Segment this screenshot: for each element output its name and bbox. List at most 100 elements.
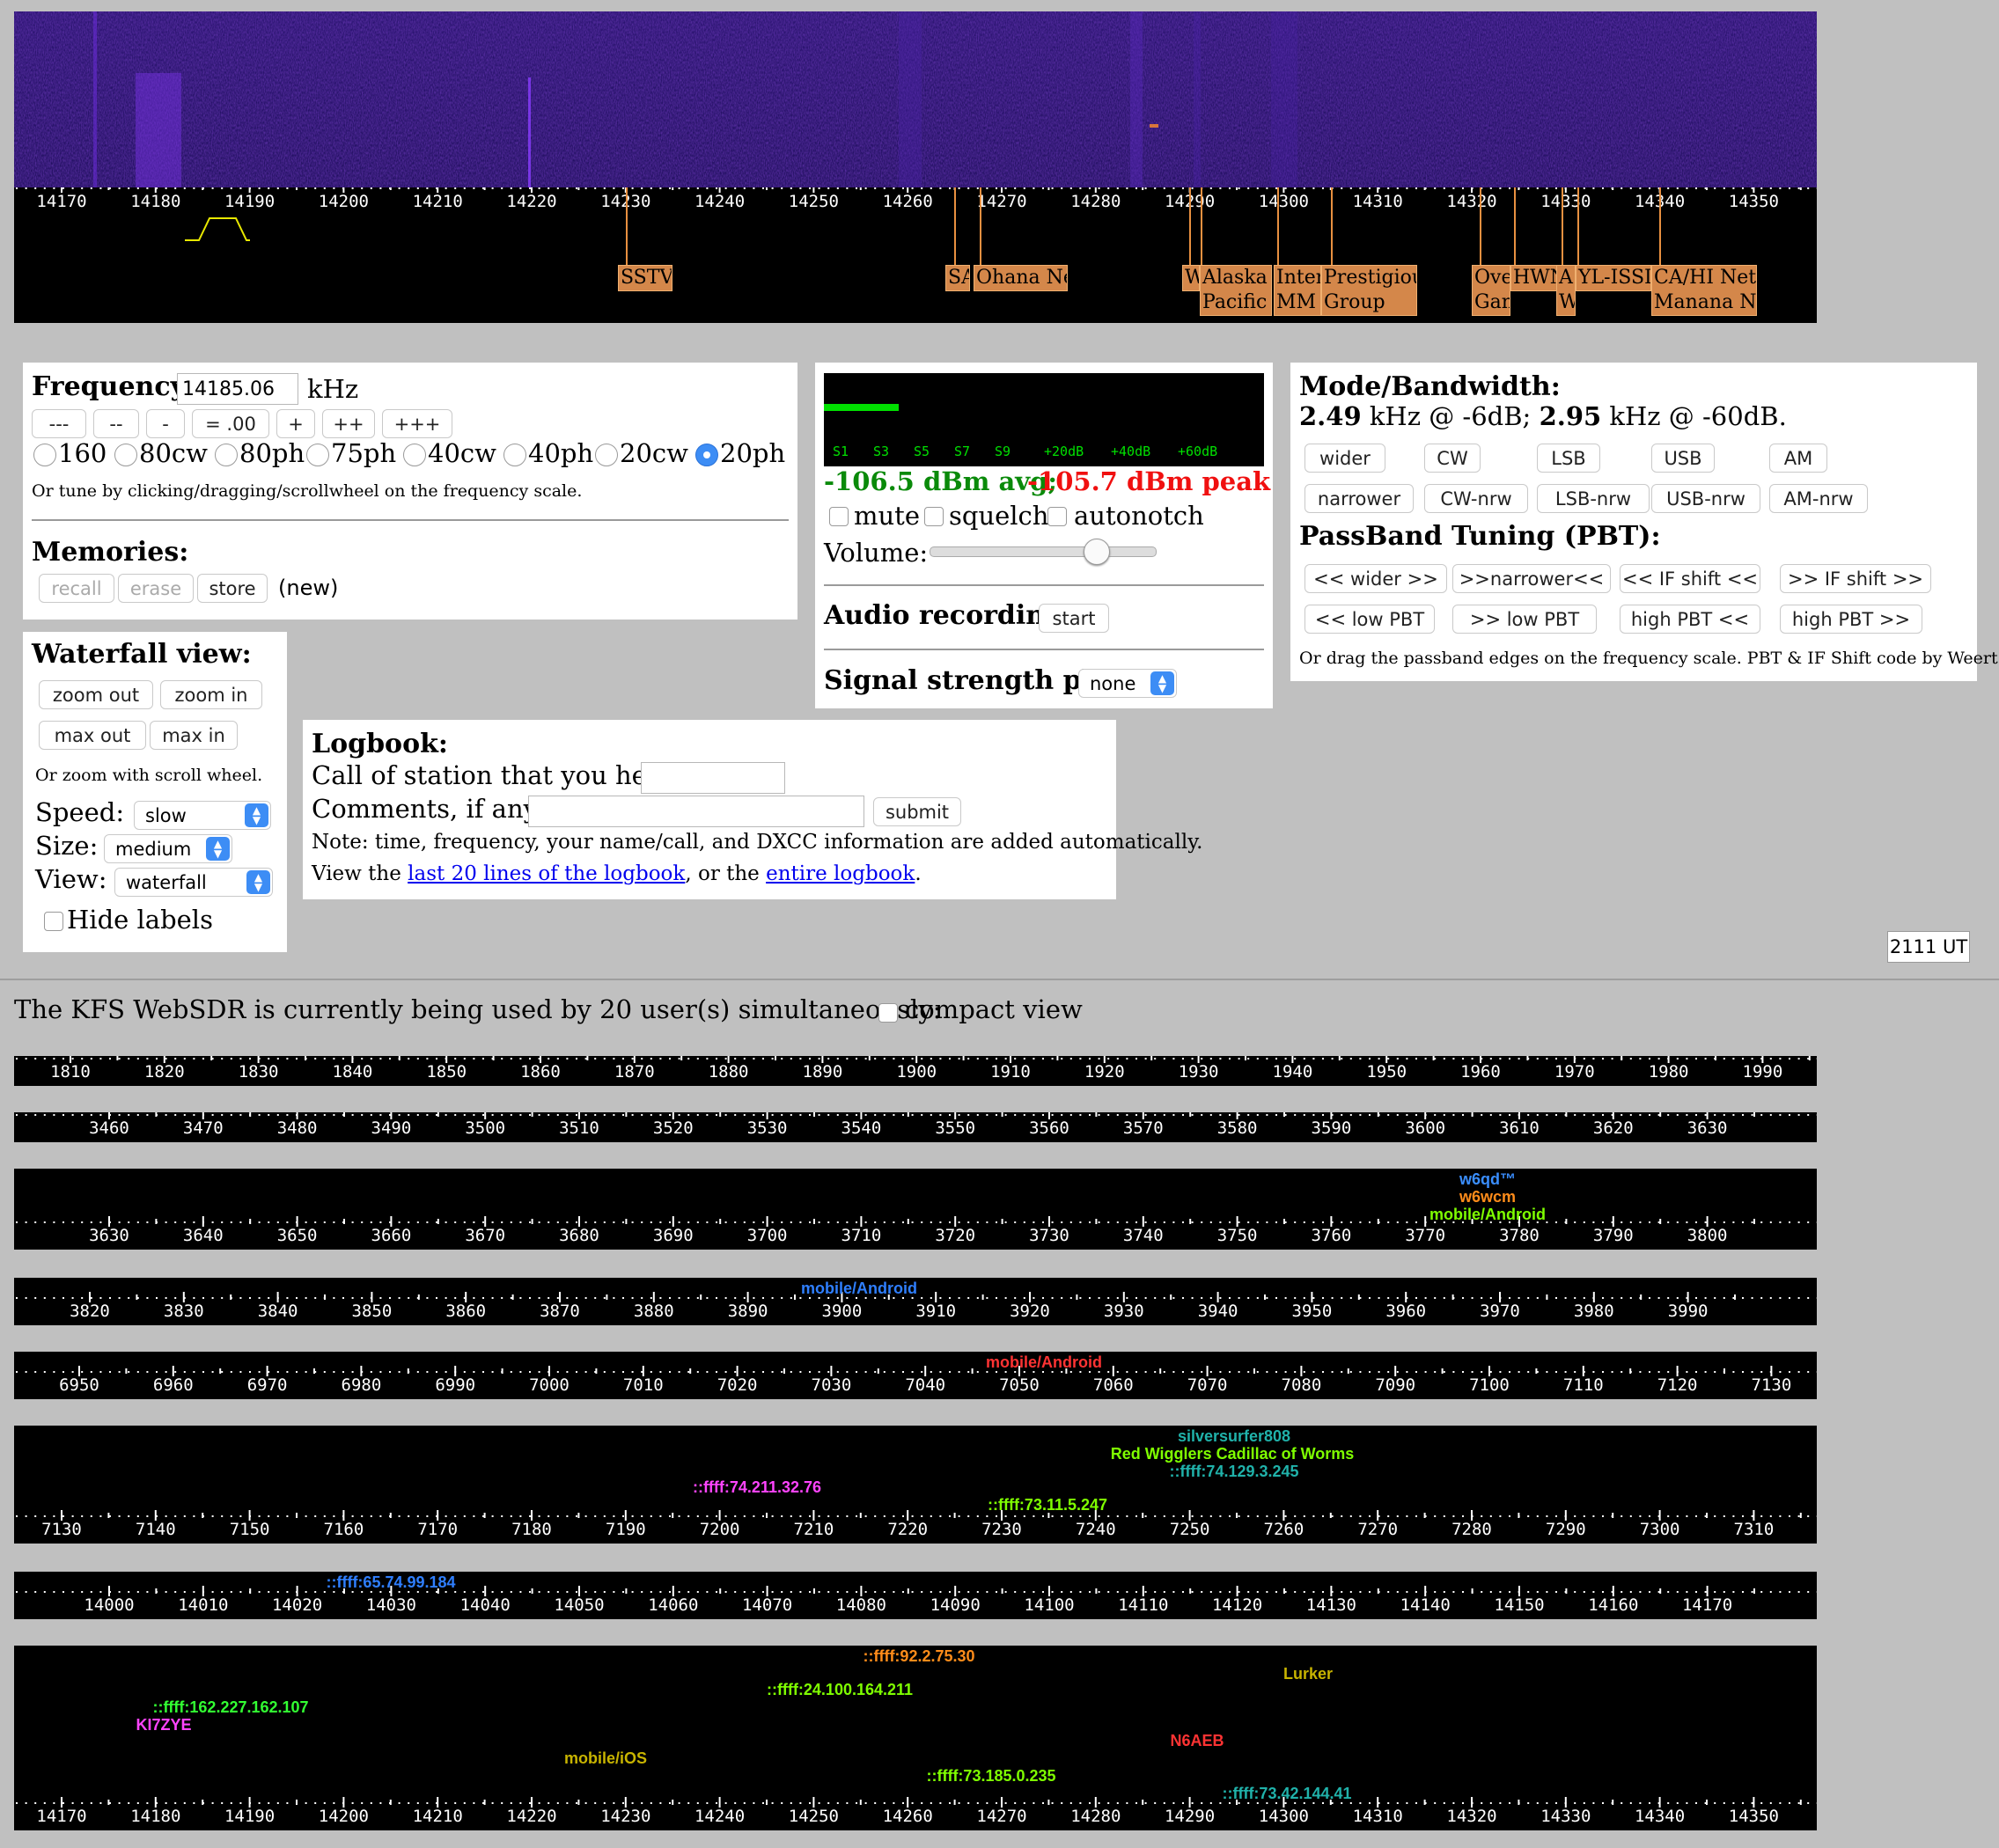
if-shift-left-button[interactable]: << IF shift << bbox=[1620, 564, 1760, 593]
band-strip[interactable]: 3630 3640 3650 3660 3670 3680 3690 3700 3710 3720… bbox=[14, 1169, 1819, 1250]
mode-lsb-nrw-button[interactable]: LSB-nrw bbox=[1537, 484, 1650, 513]
mode-lsb-button[interactable]: LSB bbox=[1537, 444, 1600, 473]
scale-dot bbox=[445, 1515, 447, 1517]
passband-marker[interactable] bbox=[185, 217, 250, 241]
band-strip[interactable]: 3460 3470 3480 3490 3500 3510 3520 3530 3540 3550… bbox=[14, 1109, 1819, 1142]
step-minus-3-button[interactable]: --- bbox=[32, 409, 86, 438]
mode-cw-nrw-button[interactable]: CW-nrw bbox=[1424, 484, 1528, 513]
band-scale-svg[interactable]: 6950 6960 6970 6980 6990 7000 7010 7020 7030 7040… bbox=[14, 1352, 1819, 1399]
station-label[interactable]: Alaska Pacific N bbox=[1200, 265, 1272, 316]
size-select[interactable]: medium ▲ ▼ bbox=[104, 834, 232, 863]
squelch-checkbox[interactable] bbox=[924, 507, 944, 526]
mute-checkbox[interactable] bbox=[829, 507, 849, 526]
pbt-narrower-button[interactable]: >>narrower<< bbox=[1452, 564, 1611, 593]
view-select[interactable]: waterfall ▲ ▼ bbox=[114, 868, 273, 897]
scale-dot bbox=[771, 1515, 774, 1517]
band-radio-20cw[interactable] bbox=[595, 444, 618, 466]
station-label[interactable]: Ove Gan bbox=[1472, 265, 1510, 316]
mode-am-button[interactable]: AM bbox=[1769, 444, 1827, 473]
scale-dot bbox=[1621, 187, 1623, 189]
scale-dot bbox=[930, 1058, 932, 1060]
call-input[interactable] bbox=[641, 762, 785, 794]
band-scale-svg[interactable]: 3460 3470 3480 3490 3500 3510 3520 3530 3540 3550… bbox=[14, 1109, 1819, 1142]
station-label[interactable]: SSTV bbox=[618, 265, 672, 291]
band-radio-40cw[interactable] bbox=[403, 444, 426, 466]
step-minus-1-button[interactable]: - bbox=[146, 409, 185, 438]
zoom-out-button[interactable]: zoom out bbox=[39, 680, 153, 709]
band-scale-svg[interactable]: 14170 14180 14190 14200 14210 14220 14230 14240… bbox=[14, 1646, 1819, 1830]
step-minus-2-button[interactable]: -- bbox=[93, 409, 139, 438]
band-radio-160[interactable] bbox=[33, 444, 56, 466]
step-round-button[interactable]: = .00 bbox=[192, 409, 269, 438]
high-pbt-right-button[interactable]: high PBT >> bbox=[1780, 605, 1922, 634]
band-strip[interactable]: 3820 3830 3840 3850 3860 3870 3880 3890 3900 3910… bbox=[14, 1278, 1819, 1325]
band-strip[interactable]: 7130 7140 7150 7160 7170 7180 7190 7200 7210 7220… bbox=[14, 1426, 1819, 1544]
station-label[interactable]: SA bbox=[945, 265, 970, 291]
frequency-input[interactable]: 14185.06 bbox=[177, 373, 298, 405]
store-button[interactable]: store bbox=[197, 574, 268, 603]
pbt-wider-button[interactable]: << wider >> bbox=[1304, 564, 1447, 593]
station-label[interactable]: Prestigious Group bbox=[1321, 265, 1417, 316]
station-label[interactable]: A W bbox=[1556, 265, 1576, 316]
mode-narrower-button[interactable]: narrower bbox=[1304, 484, 1414, 513]
station-label[interactable]: Ohana Net bbox=[974, 265, 1068, 291]
signal-plot-select[interactable]: none ▲ ▼ bbox=[1078, 669, 1177, 698]
band-scale-svg[interactable]: 1810 1820 1830 1840 1850 1860 1870 1880 1890 1900… bbox=[14, 1052, 1819, 1086]
band-radio-20ph[interactable] bbox=[695, 444, 718, 466]
scale-dot bbox=[519, 1515, 522, 1517]
mode-usb-button[interactable]: USB bbox=[1651, 444, 1715, 473]
station-label[interactable]: YL-ISSI bbox=[1576, 265, 1651, 291]
last-20-lines-link[interactable]: last 20 lines of the logbook bbox=[408, 862, 685, 885]
band-strip[interactable]: 6950 6960 6970 6980 6990 7000 7010 7020 7030 7040… bbox=[14, 1352, 1819, 1399]
select-arrows-icon: ▲ ▼ bbox=[246, 870, 270, 894]
station-label[interactable]: Interc MM bbox=[1274, 265, 1321, 316]
band-radio-80cw[interactable] bbox=[114, 444, 137, 466]
recall-button[interactable]: recall bbox=[39, 574, 114, 603]
submit-button[interactable]: submit bbox=[873, 797, 961, 826]
mode-usb-nrw-button[interactable]: USB-nrw bbox=[1651, 484, 1760, 513]
autonotch-checkbox[interactable] bbox=[1047, 507, 1067, 526]
max-out-button[interactable]: max out bbox=[39, 721, 146, 750]
band-strip[interactable]: 14170 14180 14190 14200 14210 14220 14230 14240… bbox=[14, 1646, 1819, 1830]
scale-dot bbox=[1546, 1114, 1548, 1116]
main-scale-svg[interactable]: 14170 14180 14190 14200 14210 14220 14230 14240… bbox=[14, 182, 1819, 323]
high-pbt-left-button[interactable]: high PBT << bbox=[1620, 605, 1760, 634]
zoom-in-button[interactable]: zoom in bbox=[160, 680, 262, 709]
hide-labels-checkbox[interactable] bbox=[44, 912, 63, 931]
waterfall-display[interactable] bbox=[14, 11, 1817, 187]
volume-slider-track[interactable] bbox=[930, 546, 1157, 557]
entire-logbook-link[interactable]: entire logbook bbox=[766, 862, 915, 885]
mode-cw-button[interactable]: CW bbox=[1424, 444, 1481, 473]
recording-start-button[interactable]: start bbox=[1039, 604, 1109, 633]
speed-select[interactable]: slow ▲ ▼ bbox=[134, 801, 271, 830]
scale-dot bbox=[1415, 1221, 1417, 1223]
band-radio-75ph[interactable] bbox=[306, 444, 329, 466]
main-frequency-scale[interactable]: 14170 14180 14190 14200 14210 14220 14230 14240… bbox=[14, 182, 1819, 323]
scale-dot bbox=[659, 1802, 662, 1804]
step-plus-1-button[interactable]: + bbox=[276, 409, 315, 438]
compact-view-checkbox[interactable] bbox=[878, 1003, 898, 1023]
band-scale-svg[interactable]: 14000 14010 14020 14030 14040 14050 14060 14070… bbox=[14, 1572, 1819, 1619]
scale-dot bbox=[510, 1114, 512, 1116]
band-radio-80ph[interactable] bbox=[215, 444, 238, 466]
low-pbt-right-button[interactable]: >> low PBT bbox=[1452, 605, 1597, 634]
volume-slider-handle[interactable] bbox=[1084, 539, 1110, 565]
erase-button[interactable]: erase bbox=[118, 574, 194, 603]
station-label[interactable]: HWN bbox=[1510, 265, 1558, 291]
band-strip[interactable]: 1810 1820 1830 1840 1850 1860 1870 1880 1890 1900… bbox=[14, 1052, 1819, 1086]
band-strip[interactable]: 14000 14010 14020 14030 14040 14050 14060 14070… bbox=[14, 1572, 1819, 1619]
band-scale-svg[interactable]: 3630 3640 3650 3660 3670 3680 3690 3700 3710 3720… bbox=[14, 1169, 1819, 1250]
max-in-button[interactable]: max in bbox=[150, 721, 238, 750]
step-plus-3-button[interactable]: +++ bbox=[382, 409, 452, 438]
low-pbt-left-button[interactable]: << low PBT bbox=[1304, 605, 1435, 634]
band-scale-svg[interactable]: 7130 7140 7150 7160 7170 7180 7190 7200 7210 7220… bbox=[14, 1426, 1819, 1544]
band-scale-svg[interactable]: 3820 3830 3840 3850 3860 3870 3880 3890 3900 3910… bbox=[14, 1278, 1819, 1325]
band-radio-40ph[interactable] bbox=[503, 444, 526, 466]
step-plus-2-button[interactable]: ++ bbox=[322, 409, 375, 438]
mode-wider-button[interactable]: wider bbox=[1304, 444, 1385, 473]
if-shift-right-button[interactable]: >> IF shift >> bbox=[1780, 564, 1931, 593]
station-label[interactable]: W bbox=[1182, 265, 1200, 291]
mode-am-nrw-button[interactable]: AM-nrw bbox=[1769, 484, 1868, 513]
station-label[interactable]: CA/HI Net Manana Net bbox=[1651, 265, 1757, 316]
comments-input[interactable] bbox=[528, 796, 864, 827]
